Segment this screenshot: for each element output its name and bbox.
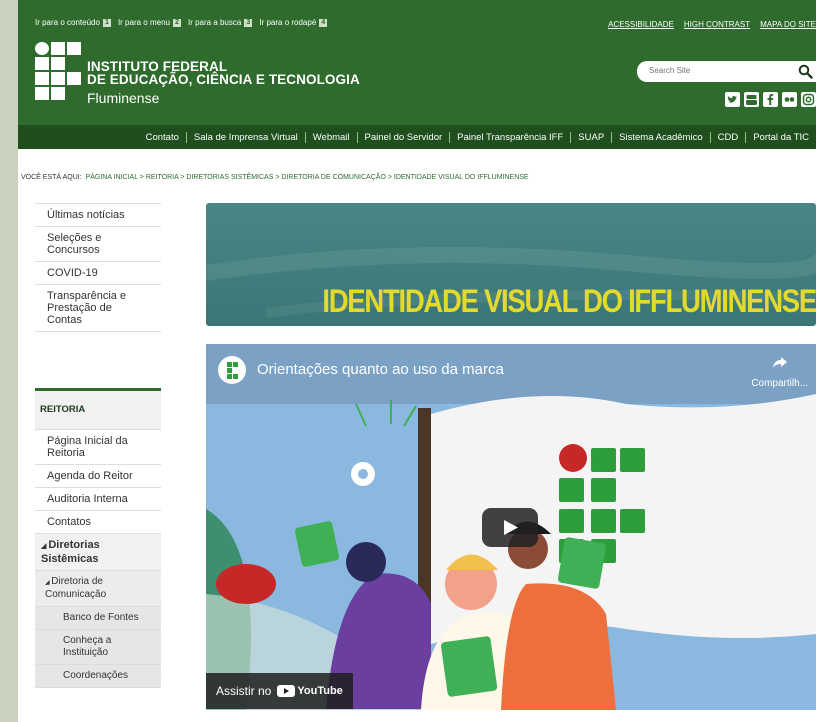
sidebar-item-covid[interactable]: COVID-19	[35, 262, 161, 285]
breadcrumb-separator: >	[180, 174, 185, 181]
sidebar-item-auditoria[interactable]: Auditoria Interna	[35, 488, 161, 511]
search-icon[interactable]	[798, 64, 813, 79]
accessibility-link[interactable]: ACESSIBILIDADE	[608, 20, 674, 29]
skip-links: Ir para o conteúdo 1 Ir para o menu 2 Ir p…	[35, 18, 328, 27]
nav-suap[interactable]: SUAP	[570, 131, 611, 143]
banner-title: IDENTIDADE VISUAL DO IFFLUMINENSE	[322, 283, 816, 319]
facebook-icon[interactable]	[763, 92, 778, 107]
breadcrumb-separator: >	[387, 174, 392, 181]
breadcrumb-separator: >	[275, 174, 280, 181]
play-icon	[504, 520, 518, 535]
reitoria-heading: REITORIA	[35, 391, 161, 430]
institute-campus: Fluminense	[87, 90, 160, 106]
sidebar-item-pagina-inicial-reitoria[interactable]: Página Inicial da Reitoria	[35, 430, 161, 465]
skip-link-label: Ir para o rodapé	[259, 18, 317, 27]
sidebar-item-transparencia[interactable]: Transparência e Prestação de Contas	[35, 285, 161, 332]
skip-link-label: Ir para o menu	[117, 18, 170, 27]
youtube-icon[interactable]	[744, 92, 759, 107]
breadcrumb-item[interactable]: DIRETORIA DE COMUNICAÇÃO	[281, 174, 386, 181]
nav-painel-transparencia[interactable]: Painel Transparência IFF	[449, 131, 570, 143]
sidebar-item-contatos[interactable]: Contatos	[35, 511, 161, 534]
skip-link-label: Ir para a busca	[187, 18, 242, 27]
sidebar-top-menu: Últimas notícias Seleções e Concursos CO…	[35, 203, 161, 332]
sidebar-reitoria: REITORIA Página Inicial da Reitoria Agen…	[35, 388, 161, 688]
sidebar-item-label: Diretoria de Comunicação	[45, 576, 107, 600]
breadcrumb-prefix: VOCÊ ESTÁ AQUI:	[21, 174, 82, 181]
twitter-icon[interactable]	[725, 92, 740, 107]
youtube-play-icon	[277, 685, 296, 697]
page-frame: Ir para o conteúdo 1 Ir para o menu 2 Ir p…	[18, 0, 816, 722]
sidebar-item-agenda-reitor[interactable]: Agenda do Reitor	[35, 465, 161, 488]
play-button[interactable]	[482, 508, 538, 547]
breadcrumb-item[interactable]: PÁGINA INICIAL	[86, 174, 138, 181]
sidebar-item-conheca[interactable]: Conheça a Instituição	[35, 630, 161, 665]
nav-sala-imprensa[interactable]: Sala de Imprensa Virtual	[185, 131, 305, 143]
institute-name[interactable]: INSTITUTO FEDERAL DE EDUCAÇÃO, CIÊNCIA E…	[87, 60, 360, 87]
breadcrumb-current: IDENTIDADE VISUAL DO IFFLUMINENSE	[393, 174, 529, 181]
nav-painel-servidor[interactable]: Painel do Servidor	[356, 131, 450, 143]
skip-to-footer-link[interactable]: Ir para o rodapé 4	[259, 18, 328, 27]
share-label[interactable]: Compartilh...	[751, 378, 808, 389]
institute-name-line2: DE EDUCAÇÃO, CIÊNCIA E TECNOLOGIA	[87, 72, 360, 87]
watch-on-youtube-button[interactable]: Assistir no YouTube	[206, 673, 353, 709]
accesskey-badge: 3	[244, 18, 253, 27]
accesskey-badge: 4	[319, 18, 328, 27]
top-navbar: Contato Sala de Imprensa Virtual Webmail…	[18, 125, 816, 149]
sidebar-item-diretoria-comunicacao[interactable]: ◢ Diretoria de Comunicação	[35, 571, 161, 607]
skip-link-label: Ir para o conteúdo	[35, 18, 100, 27]
breadcrumb-item[interactable]: REITORIA	[146, 174, 179, 181]
youtube-logo: YouTube	[277, 685, 343, 697]
search-box	[637, 61, 816, 82]
accesskey-badge: 2	[172, 18, 181, 27]
page-banner: IDENTIDADE VISUAL DO IFFLUMINENSE	[206, 203, 816, 326]
sidebar-item-diretorias[interactable]: ◢ Diretorias Sistêmicas	[35, 534, 161, 571]
breadcrumb: VOCÊ ESTÁ AQUI: PÁGINA INICIAL > REITORI…	[21, 174, 529, 181]
breadcrumb-item[interactable]: DIRETORIAS SISTÊMICAS	[186, 174, 273, 181]
flickr-icon[interactable]	[782, 92, 797, 107]
sidebar-item-selecoes[interactable]: Seleções e Concursos	[35, 227, 161, 262]
nav-contato[interactable]: Contato	[139, 132, 186, 143]
top-links: ACESSIBILIDADE HIGH CONTRAST MAPA DO SIT…	[608, 20, 816, 29]
sidebar-item-ultimas-noticias[interactable]: Últimas notícias	[35, 204, 161, 227]
watch-on-label: Assistir no	[216, 684, 272, 698]
share-icon[interactable]	[772, 354, 788, 375]
nav-sistema-academico[interactable]: Sistema Acadêmico	[611, 131, 709, 143]
sidebar-item-coordenacoes[interactable]: Coordenações	[35, 665, 161, 688]
video-title[interactable]: Orientações quanto ao uso da marca	[257, 361, 504, 378]
breadcrumb-separator: >	[139, 174, 144, 181]
youtube-embed[interactable]: Orientações quanto ao uso da marca Compa…	[206, 344, 816, 710]
skip-to-menu-link[interactable]: Ir para o menu 2	[118, 18, 181, 27]
channel-avatar[interactable]	[218, 356, 246, 384]
nav-webmail[interactable]: Webmail	[304, 131, 357, 143]
high-contrast-link[interactable]: HIGH CONTRAST	[684, 20, 750, 29]
iff-logo-icon[interactable]	[35, 42, 81, 100]
site-header: Ir para o conteúdo 1 Ir para o menu 2 Ir p…	[18, 0, 816, 125]
sitemap-link[interactable]: MAPA DO SITE	[760, 20, 816, 29]
skip-to-search-link[interactable]: Ir para a busca 3	[187, 18, 253, 27]
skip-to-content-link[interactable]: Ir para o conteúdo 1	[35, 18, 111, 27]
social-links	[725, 92, 816, 107]
sidebar-item-banco-fontes[interactable]: Banco de Fontes	[35, 607, 161, 630]
nav-portal-tic[interactable]: Portal da TIC	[745, 131, 816, 143]
sidebar-item-label: Diretorias Sistêmicas	[41, 539, 100, 565]
search-input[interactable]	[649, 66, 779, 75]
nav-cdd[interactable]: CDD	[709, 131, 746, 143]
instagram-icon[interactable]	[801, 92, 816, 107]
youtube-wordmark: YouTube	[297, 685, 343, 697]
accesskey-badge: 1	[102, 18, 111, 27]
